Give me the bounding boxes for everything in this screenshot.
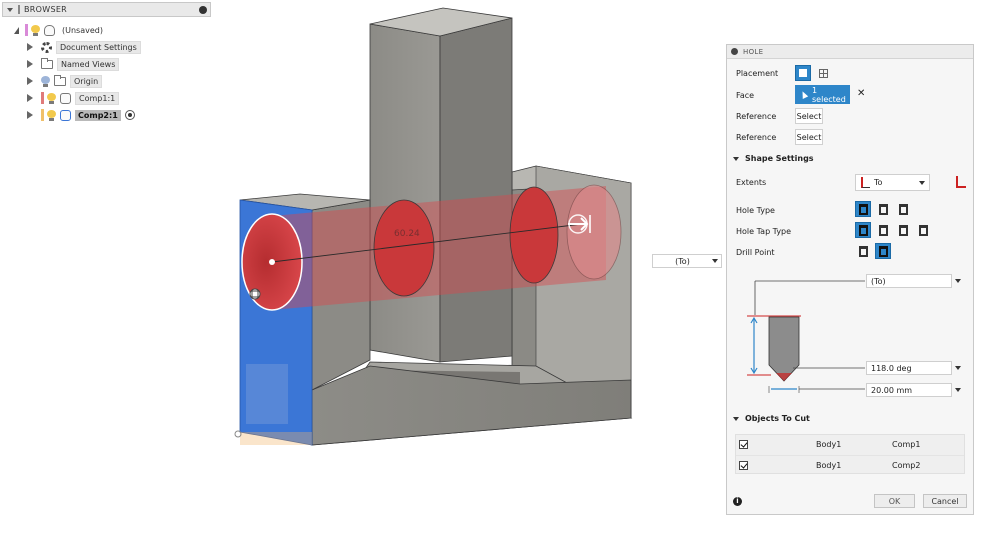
shape-settings-label: Shape Settings: [745, 154, 814, 163]
placement-label: Placement: [736, 69, 779, 78]
drill-point-flat-button[interactable]: [855, 243, 871, 259]
placement-sketch-button[interactable]: [815, 65, 831, 81]
extents-dropdown[interactable]: To: [855, 174, 930, 191]
extents-value: To: [874, 178, 883, 187]
drill-angle-input[interactable]: 118.0 deg: [866, 361, 952, 375]
table-row[interactable]: Body1 Comp1: [736, 435, 964, 454]
ok-button[interactable]: OK: [874, 494, 915, 508]
chevron-down-icon[interactable]: [955, 279, 961, 283]
section-collapse-icon[interactable]: [733, 416, 739, 421]
simple-hole-icon: [858, 203, 868, 215]
table-row[interactable]: Body1 Comp2: [736, 455, 964, 474]
counterbore-icon: [878, 203, 888, 215]
hole-dialog-header[interactable]: HOLE: [727, 45, 973, 59]
cursor-arrow-icon: [799, 90, 809, 99]
reference1-label: Reference: [736, 112, 777, 121]
hole-type-label: Hole Type: [736, 206, 775, 215]
dimension-label[interactable]: 60.24: [394, 229, 420, 239]
hole-right[interactable]: [509, 186, 559, 284]
component-name: Comp1: [892, 440, 921, 449]
taper-tapped-icon: [918, 224, 928, 236]
chevron-down-icon: [919, 180, 925, 185]
cancel-button[interactable]: Cancel: [923, 494, 967, 508]
hole-tap-type-label: Hole Tap Type: [736, 227, 792, 236]
sketch-points-icon: [818, 68, 828, 78]
include-checkbox[interactable]: [739, 440, 748, 449]
tapped-icon: [898, 224, 908, 236]
tap-type-tapped-button[interactable]: [895, 222, 911, 238]
objects-to-cut-label: Objects To Cut: [745, 414, 810, 423]
hole-type-simple-button[interactable]: [855, 201, 871, 217]
drill-shape: [768, 316, 800, 382]
section-collapse-icon[interactable]: [733, 156, 739, 161]
simple-tap-icon: [858, 224, 868, 236]
hole-dialog: HOLE Placement Face 1 selected ✕ Referen…: [726, 44, 974, 515]
face-edge-highlight: [240, 432, 312, 445]
reference2-label: Reference: [736, 133, 777, 142]
reference2-select-button[interactable]: Select: [795, 129, 823, 145]
shape-settings-section[interactable]: Shape Settings: [733, 154, 814, 163]
tap-type-clearance-button[interactable]: [875, 222, 891, 238]
objects-to-cut-section[interactable]: Objects To Cut: [733, 414, 810, 423]
chevron-down-icon[interactable]: [955, 366, 961, 370]
extents-label: Extents: [736, 178, 767, 187]
face-overlay: [246, 364, 288, 424]
component-name: Comp2: [892, 460, 921, 470]
placement-single-button[interactable]: [795, 65, 811, 81]
face-label: Face: [736, 91, 755, 100]
drill-point-angle: [776, 373, 792, 381]
extent-to-icon: [861, 177, 870, 188]
tall-column-side[interactable]: [439, 17, 513, 363]
flip-direction-icon[interactable]: [956, 176, 966, 188]
info-icon[interactable]: i: [733, 497, 742, 506]
body-name: Body1: [816, 440, 842, 449]
clear-selection-icon[interactable]: ✕: [857, 88, 865, 99]
reference1-select-button[interactable]: Select: [795, 108, 823, 124]
tap-type-simple-button[interactable]: [855, 222, 871, 238]
extent-float-value: (To): [675, 256, 690, 266]
angled-drill-point-icon: [878, 245, 888, 257]
drill-point-label: Drill Point: [736, 248, 775, 257]
dialog-collapse-icon[interactable]: [731, 48, 738, 55]
face-select-value: 1 selected: [812, 85, 846, 104]
single-hole-icon: [799, 69, 807, 77]
hole-dialog-title: HOLE: [743, 47, 764, 56]
hole-type-countersink-button[interactable]: [895, 201, 911, 217]
hole-diagram: [747, 280, 865, 393]
hole-type-counterbore-button[interactable]: [875, 201, 891, 217]
extent-float-dropdown[interactable]: (To): [652, 254, 722, 268]
chevron-down-icon: [712, 259, 718, 263]
diameter-input[interactable]: 20.00 mm: [866, 383, 952, 397]
chevron-down-icon[interactable]: [955, 388, 961, 392]
body-name: Body1: [816, 460, 842, 470]
diagram-to-dropdown[interactable]: (To): [866, 274, 952, 288]
tall-column-front[interactable]: [369, 23, 441, 363]
hole-center-point[interactable]: [269, 259, 275, 265]
clearance-tap-icon: [878, 224, 888, 236]
countersink-icon: [898, 203, 908, 215]
tap-type-taper-button[interactable]: [915, 222, 931, 238]
face-select-button[interactable]: 1 selected: [795, 85, 850, 104]
objects-to-cut-table: Body1 Comp1 Body1 Comp2: [735, 434, 965, 474]
flat-drill-point-icon: [858, 245, 868, 257]
drill-point-angle-button[interactable]: [875, 243, 891, 259]
include-checkbox[interactable]: [739, 460, 748, 470]
